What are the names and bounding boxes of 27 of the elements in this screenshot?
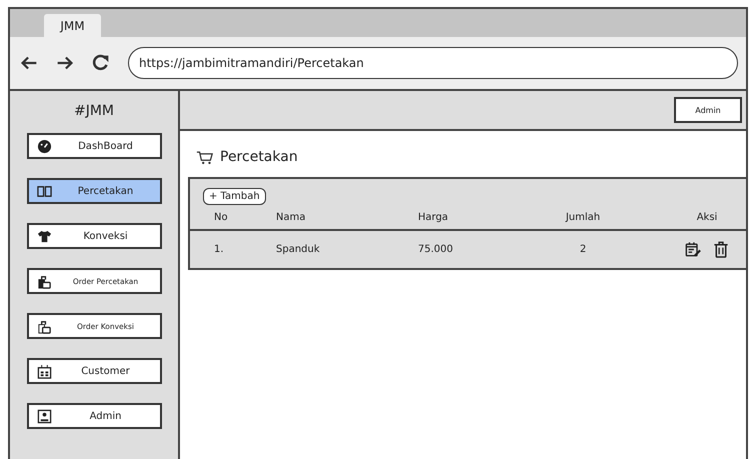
sidebar-item[interactable]: Konveksi [26, 223, 162, 249]
sidebar-item[interactable]: DashBoard [26, 133, 162, 159]
table-cell-text: 75.000 [418, 244, 454, 255]
table-cell-text: Spanduk [276, 244, 321, 255]
edit-icon[interactable] [685, 241, 701, 258]
add-button[interactable]: + Tambah [203, 188, 266, 205]
shirt-icon [36, 228, 52, 244]
sidebar-item[interactable]: Customer [26, 358, 162, 384]
column-header: Harga [418, 212, 450, 222]
trash-icon[interactable] [713, 241, 729, 258]
cart-icon [196, 150, 214, 164]
column-header: Jumlah [564, 212, 602, 222]
column-header: No [213, 212, 229, 222]
browser-tab[interactable]: JMM [44, 14, 101, 37]
book-icon [36, 184, 52, 198]
table-cell-text: 2 [578, 244, 588, 255]
page-title: Percetakan [220, 149, 298, 165]
sidebar-item[interactable]: Percetakan [26, 178, 162, 204]
user-card-icon [36, 408, 52, 424]
sidebar-item[interactable]: Admin [26, 403, 162, 429]
admin-button[interactable]: Admin [674, 97, 742, 123]
gauge-icon [36, 138, 52, 154]
column-header: Aksi [696, 212, 718, 222]
table-cell-text: 1. [213, 244, 225, 255]
sidebar-title: #JMM [74, 103, 114, 119]
address-field[interactable]: https://jambimitramandiri/Percetakan [128, 47, 738, 79]
column-header: Nama [276, 212, 306, 222]
